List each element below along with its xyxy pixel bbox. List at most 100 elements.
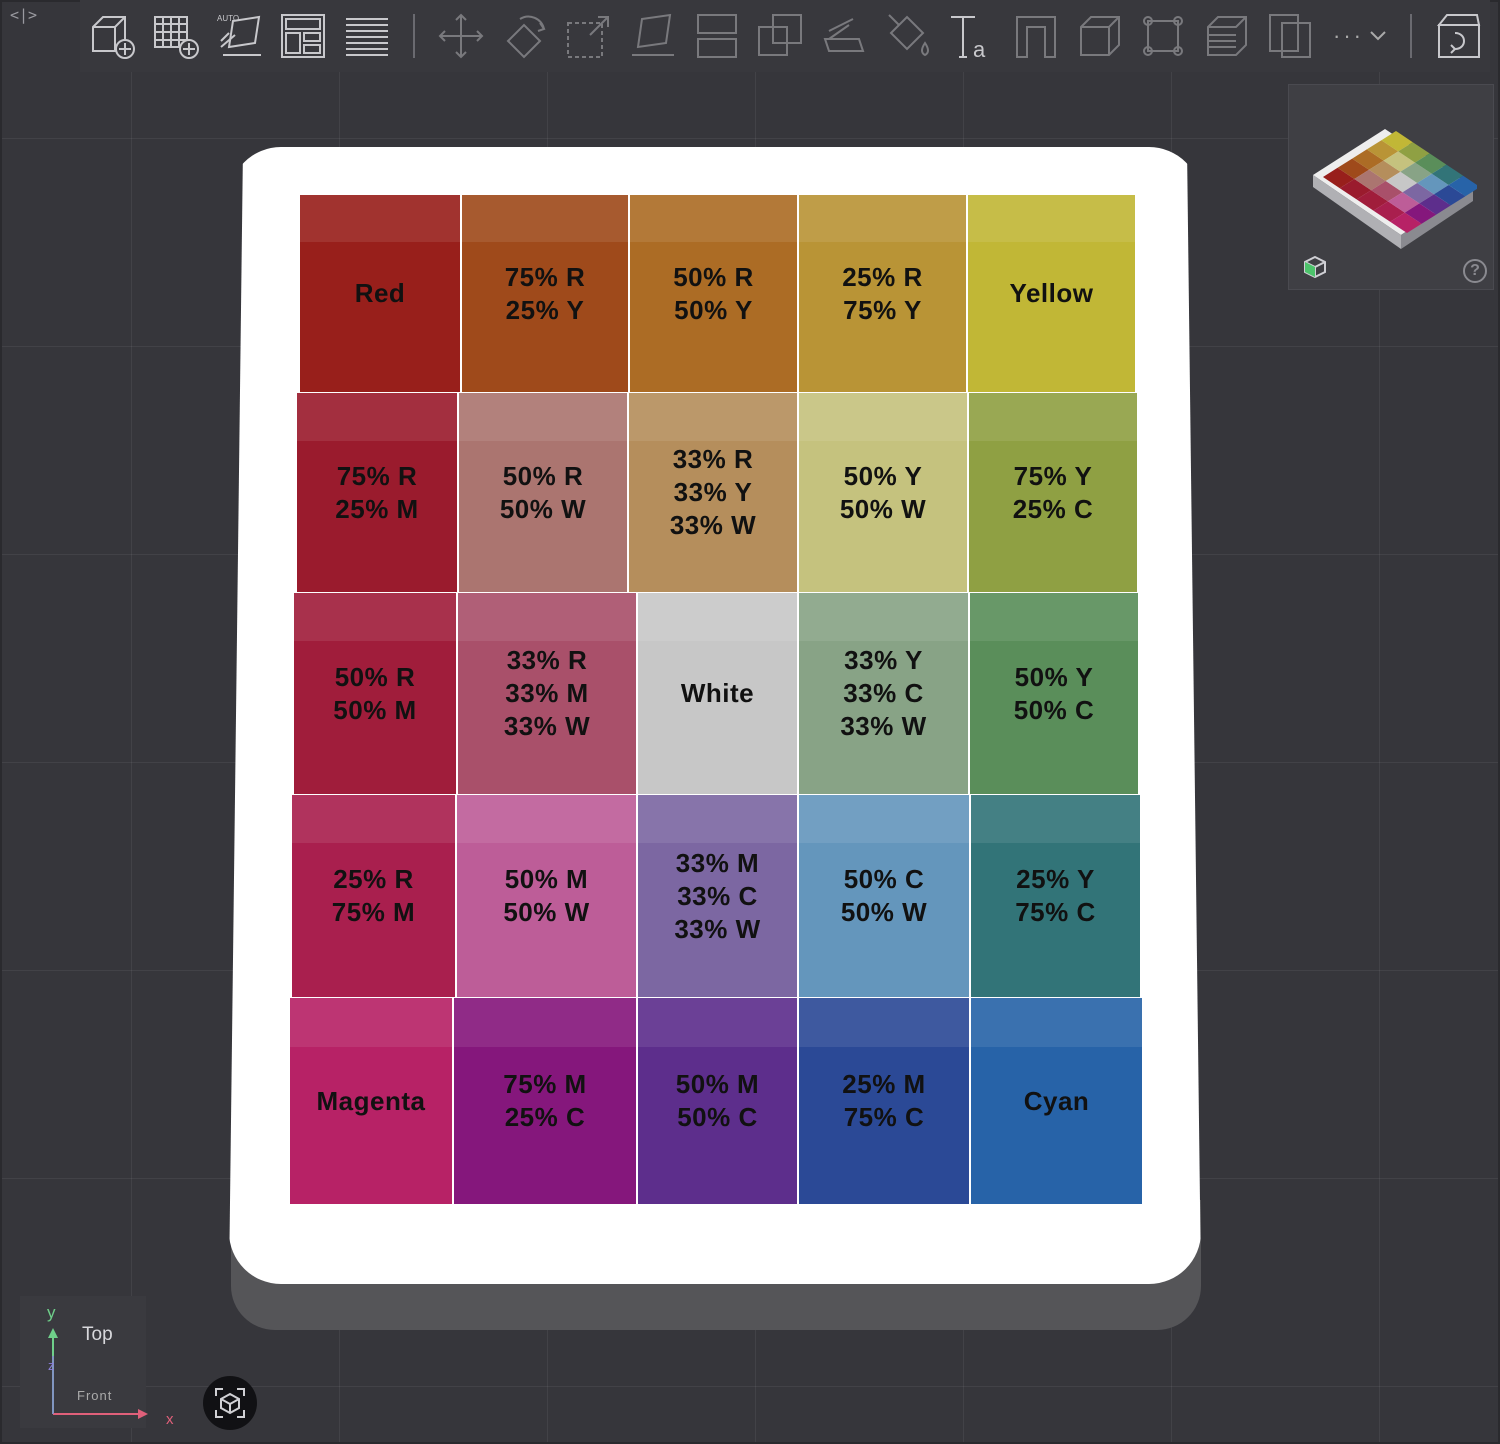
move-tool-icon[interactable] [433, 8, 489, 64]
support-tool-icon[interactable] [1008, 8, 1064, 64]
boolean-tool-icon[interactable] [752, 8, 808, 64]
color-swatch[interactable]: Yellow [968, 195, 1135, 392]
color-swatch[interactable]: 25% M 75% C [799, 998, 969, 1204]
color-swatch[interactable]: 25% Y 75% C [971, 795, 1140, 997]
swatch-top-face [799, 998, 969, 1048]
frame-tool-icon[interactable] [1136, 8, 1192, 64]
paint-tool-icon[interactable] [880, 8, 936, 64]
swatch-top-face [630, 195, 797, 243]
swatch-label: 50% C 50% W [840, 864, 928, 927]
swatch-top-face [968, 195, 1135, 243]
swatch-label: 25% Y 75% C [1015, 864, 1096, 927]
color-swatch[interactable]: 25% R 75% Y [799, 195, 966, 392]
sub-view-label: Front [77, 1388, 113, 1403]
swatch-label: 50% Y 50% C [1013, 661, 1095, 725]
color-swatch[interactable]: 50% Y 50% C [970, 593, 1138, 794]
swatch-top-face [454, 998, 636, 1048]
layout-tool-icon[interactable] [276, 8, 332, 64]
color-swatch[interactable]: Red [300, 195, 460, 392]
toolbar-separator [1410, 14, 1413, 58]
color-swatch[interactable]: 50% Y 50% W [799, 393, 967, 592]
color-swatch[interactable]: 75% Y 25% C [969, 393, 1137, 592]
color-swatch[interactable]: 50% C 50% W [799, 795, 969, 997]
cut-tool-icon[interactable] [816, 8, 872, 64]
swatch-top-face [638, 593, 797, 642]
color-swatch[interactable]: 33% M 33% C 33% W [638, 795, 797, 997]
assembly-tool-icon[interactable] [1430, 8, 1486, 64]
color-swatch[interactable]: 33% R 33% M 33% W [458, 593, 636, 794]
swatch-label: 50% M 50% C [675, 1069, 760, 1132]
swatch-label: 25% M 75% C [842, 1069, 926, 1132]
color-swatch[interactable]: 75% R 25% Y [462, 195, 628, 392]
color-swatch[interactable]: White [638, 593, 797, 794]
add-grid-tool-icon[interactable] [148, 8, 204, 64]
lines-tool-icon[interactable] [339, 8, 395, 64]
axis-indicator: y z x [20, 1296, 148, 1428]
swatch-label: 33% Y 33% C 33% W [840, 645, 927, 741]
focus-view-button[interactable] [203, 1376, 257, 1430]
swatch-top-face [462, 195, 628, 243]
y-axis-label: y [47, 1303, 56, 1322]
rotate-tool-icon[interactable] [497, 8, 553, 64]
color-swatch[interactable]: 50% M 50% W [457, 795, 636, 997]
color-swatch[interactable]: 75% R 25% M [297, 393, 457, 592]
place-on-face-tool-icon[interactable] [625, 8, 681, 64]
toolbar: AUTO a ··· [80, 0, 1490, 72]
swatch-top-face [799, 393, 967, 441]
swatch-label: Cyan [1023, 1085, 1090, 1116]
more-tools-label: ··· [1333, 23, 1365, 48]
collapse-panel-toggle[interactable]: <|> [10, 6, 37, 24]
swatch-label: 75% M 25% C [503, 1069, 587, 1132]
swatch-top-face [638, 795, 797, 844]
more-tools-dropdown[interactable]: ··· [1333, 23, 1386, 49]
color-swatch[interactable]: 75% M 25% C [454, 998, 636, 1204]
color-swatch[interactable]: Cyan [971, 998, 1142, 1204]
swatch-label: 75% Y 25% C [1012, 460, 1094, 524]
swatch-top-face [970, 593, 1138, 642]
swatch-label: 75% R 25% M [335, 460, 419, 524]
x-axis-label-holder: x [166, 1411, 174, 1428]
color-swatch[interactable]: 50% M 50% C [638, 998, 797, 1204]
swatch-top-face [799, 795, 969, 844]
swatch-top-face [292, 795, 455, 844]
measure-box-tool-icon[interactable] [1072, 8, 1128, 64]
color-swatch[interactable]: 50% R 50% W [459, 393, 627, 592]
swatch-top-face [290, 998, 452, 1048]
add-box-tool-icon[interactable] [84, 8, 140, 64]
view-cube-icon[interactable] [1303, 255, 1327, 279]
swatch-top-face [629, 393, 797, 441]
swatch-label: Yellow [1009, 278, 1094, 308]
svg-text:AUTO: AUTO [217, 14, 239, 23]
svg-text:x: x [166, 1411, 174, 1428]
swatch-label: 50% M 50% W [503, 864, 590, 927]
swatch-top-face [294, 593, 456, 642]
auto-arrange-tool-icon[interactable]: AUTO [212, 8, 268, 64]
scale-tool-icon[interactable] [561, 8, 617, 64]
navigation-preview[interactable]: ? [1288, 84, 1494, 290]
color-swatch[interactable]: 50% R 50% M [294, 593, 456, 794]
swatch-top-face [799, 195, 966, 243]
swatch-top-face [638, 998, 797, 1048]
swatch-top-face [969, 393, 1137, 441]
color-swatch[interactable]: 50% R 50% Y [630, 195, 797, 392]
split-tool-icon[interactable] [689, 8, 745, 64]
color-swatch[interactable]: 33% R 33% Y 33% W [629, 393, 797, 592]
swatch-top-face [297, 393, 457, 441]
swatch-label: 50% R 50% M [333, 661, 417, 725]
focus-cube-icon [215, 1388, 245, 1418]
layers-tool-icon[interactable] [1199, 8, 1255, 64]
swatch-label: 33% M 33% C 33% W [674, 847, 761, 944]
svg-text:a: a [973, 37, 986, 61]
swatch-top-face [457, 795, 636, 844]
text-tool-icon[interactable]: a [944, 8, 1000, 64]
color-swatch[interactable]: 33% Y 33% C 33% W [799, 593, 968, 794]
y-axis-arrow-icon [48, 1328, 58, 1338]
swatch-top-face [458, 593, 636, 642]
duplicate-tool-icon[interactable] [1263, 8, 1319, 64]
color-swatch[interactable]: 25% R 75% M [292, 795, 455, 997]
swatch-top-face [971, 795, 1140, 844]
view-label[interactable]: Top [82, 1324, 113, 1346]
help-icon[interactable]: ? [1463, 259, 1487, 283]
color-swatch[interactable]: Magenta [290, 998, 452, 1204]
chevron-down-icon [1370, 31, 1386, 41]
